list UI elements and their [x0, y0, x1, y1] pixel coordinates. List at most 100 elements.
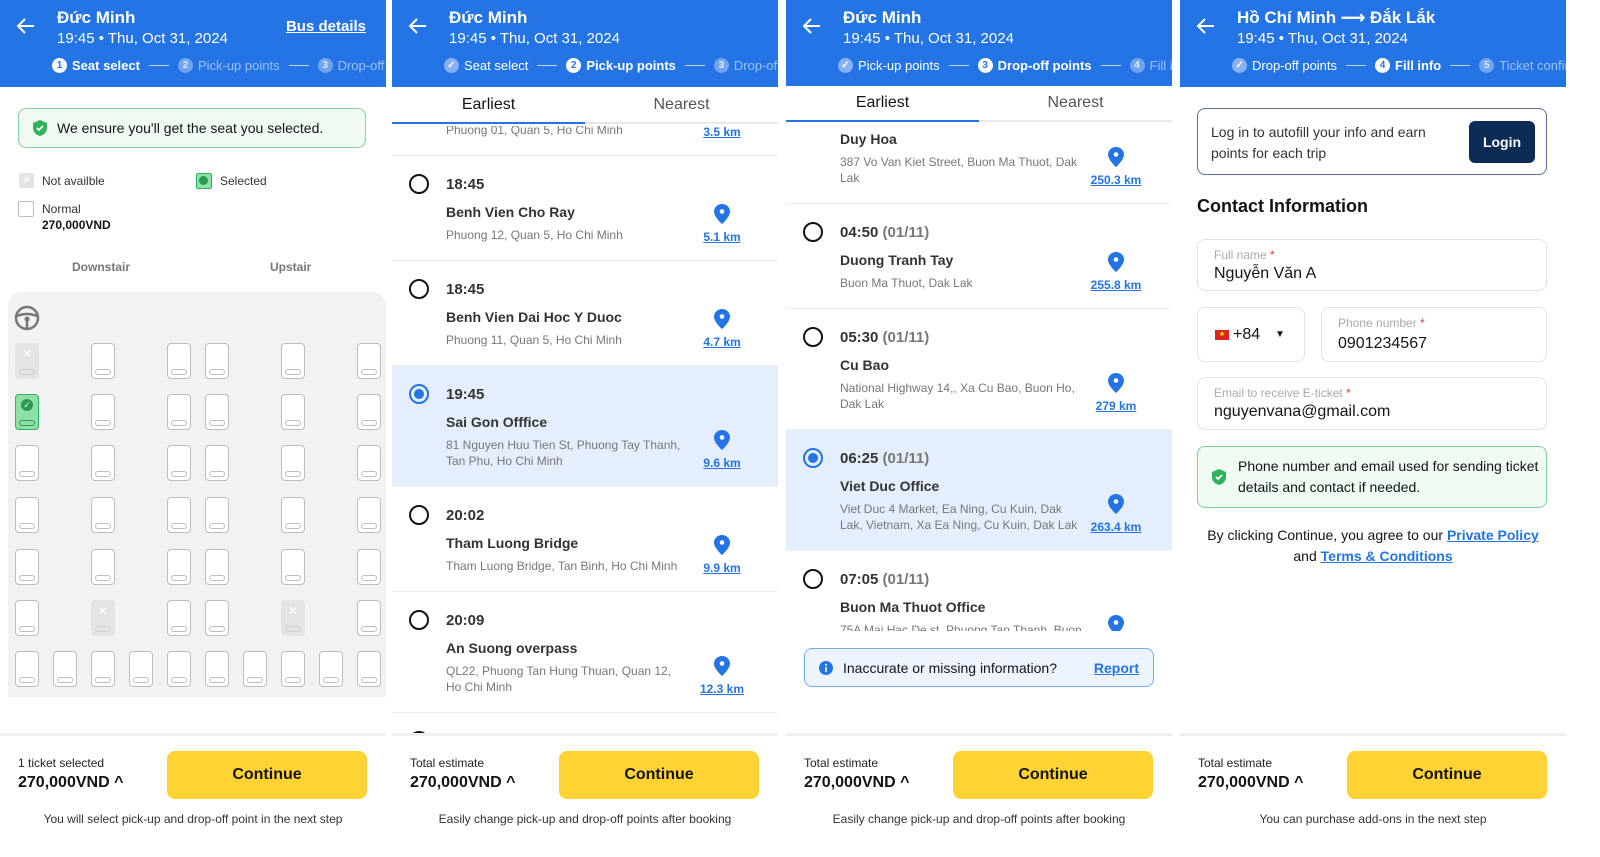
seat-normal[interactable] [357, 549, 381, 585]
seat-normal[interactable] [281, 343, 305, 379]
back-arrow-icon[interactable] [1196, 16, 1216, 36]
back-arrow-icon[interactable] [408, 16, 428, 36]
continue-button[interactable]: Continue [1347, 751, 1547, 799]
stop-item[interactable]: 07:05 (01/11) Buon Ma Thuot Office 75A Mai… [786, 551, 1172, 631]
tab-upstair[interactable]: Upstair [270, 260, 311, 274]
privacy-policy-link[interactable]: Private Policy [1447, 527, 1539, 543]
tab-downstair[interactable]: Downstair [72, 260, 130, 274]
distance-link[interactable]: 250.3 km [1091, 173, 1142, 187]
stop-item[interactable]: 06:25 (01/11) Viet Duc Office Viet Duc 4 M… [786, 430, 1172, 551]
distance[interactable]: 255.8 km [1086, 615, 1146, 631]
bus-details-link[interactable]: Bus details [286, 18, 366, 35]
total-price[interactable]: 270,000VND ^ [804, 774, 909, 792]
seat-normal[interactable] [205, 651, 229, 687]
seat-normal[interactable] [91, 445, 115, 481]
seat-normal[interactable] [167, 394, 191, 430]
seat-normal[interactable] [357, 497, 381, 533]
tab-earliest[interactable]: Earliest [786, 86, 979, 122]
continue-button[interactable]: Continue [167, 751, 367, 799]
seat-normal[interactable] [15, 651, 39, 687]
report-link[interactable]: Report [1094, 660, 1139, 676]
tab-nearest[interactable]: Nearest [979, 86, 1172, 120]
distance-link[interactable]: 279 km [1096, 399, 1137, 413]
phone-field[interactable]: Phone number * 0901234567 [1321, 307, 1547, 362]
full-name-field[interactable]: Full name * Nguyễn Văn A [1197, 239, 1547, 291]
seat-normal[interactable] [15, 549, 39, 585]
seat-normal[interactable] [167, 445, 191, 481]
country-code-select[interactable]: ★ +84 ▼ [1197, 307, 1305, 362]
distance[interactable]: 279 km [1086, 373, 1146, 415]
distance-link[interactable]: 3.5 km [703, 126, 740, 139]
seat-selected[interactable] [15, 394, 39, 430]
continue-button[interactable]: Continue [953, 751, 1153, 799]
distance[interactable]: 4.7 km [692, 309, 752, 351]
back-arrow-icon[interactable] [802, 16, 822, 36]
stop-item[interactable]: 18:45 Benh Vien Cho Ray Phuong 12, Quan 5,… [392, 156, 778, 261]
stop-item[interactable]: 19:45 Sai Gon Offfice 81 Nguyen Huu Tien S… [392, 366, 778, 487]
distance[interactable]: 250.3 km [1086, 147, 1146, 189]
distance[interactable]: 263.4 km [1086, 494, 1146, 536]
stop-item[interactable]: 20:15 [392, 713, 778, 733]
tab-nearest[interactable]: Nearest [585, 88, 778, 122]
seat-normal[interactable] [129, 651, 153, 687]
seat-normal[interactable] [357, 394, 381, 430]
seat-normal[interactable] [205, 343, 229, 379]
seat-normal[interactable] [357, 445, 381, 481]
email-field[interactable]: Email to receive E-ticket * nguyenvana@g… [1197, 377, 1547, 430]
seat-normal[interactable] [15, 497, 39, 533]
radio-button[interactable] [803, 448, 823, 468]
radio-button[interactable] [409, 279, 429, 299]
seat-normal[interactable] [205, 394, 229, 430]
seat-normal[interactable] [167, 343, 191, 379]
radio-button[interactable] [409, 505, 429, 525]
radio-button[interactable] [409, 610, 429, 630]
seat-normal[interactable] [167, 651, 191, 687]
total-price[interactable]: 270,000VND ^ [18, 774, 123, 792]
distance-link[interactable]: 263.4 km [1091, 520, 1142, 534]
seat-normal[interactable] [357, 600, 381, 636]
stop-item[interactable]: Duy Hoa 387 Vo Van Kiet Street, Buon Ma T… [786, 124, 1172, 204]
distance[interactable]: 255.8 km [1086, 252, 1146, 294]
stop-item[interactable]: 18:45 Benh Vien Dai Hoc Y Duoc Phuong 11, … [392, 261, 778, 366]
back-arrow-icon[interactable] [16, 16, 36, 36]
seat-normal[interactable] [167, 497, 191, 533]
seat-normal[interactable] [205, 445, 229, 481]
radio-button[interactable] [409, 384, 429, 404]
seat-normal[interactable] [15, 600, 39, 636]
seat-normal[interactable] [91, 549, 115, 585]
seat-normal[interactable] [357, 651, 381, 687]
seat-normal[interactable] [205, 549, 229, 585]
login-button[interactable]: Login [1469, 121, 1535, 163]
stop-item[interactable]: 20:02 Tham Luong Bridge Tham Luong Bridge,… [392, 487, 778, 592]
distance-link[interactable]: 9.6 km [703, 456, 740, 470]
distance[interactable]: 9.9 km [692, 535, 752, 577]
total-price[interactable]: 270,000VND ^ [1198, 774, 1303, 792]
seat-normal[interactable] [281, 651, 305, 687]
seat-normal[interactable] [243, 651, 267, 687]
distance-link[interactable]: 5.1 km [703, 230, 740, 244]
seat-normal[interactable] [281, 394, 305, 430]
distance-link[interactable]: 4.7 km [703, 335, 740, 349]
seat-normal[interactable] [319, 651, 343, 687]
distance[interactable]: 5.1 km [692, 204, 752, 246]
radio-button[interactable] [803, 222, 823, 242]
seat-normal[interactable] [281, 445, 305, 481]
stop-item[interactable]: 05:30 (01/11) Cu Bao National Highway 14,,… [786, 309, 1172, 430]
seat-normal[interactable] [281, 549, 305, 585]
seat-normal[interactable] [91, 497, 115, 533]
seat-normal[interactable] [205, 600, 229, 636]
stop-item[interactable]: 04:50 (01/11) Duong Tranh Tay Buon Ma Thuo… [786, 204, 1172, 309]
distance-link[interactable]: 9.9 km [703, 561, 740, 575]
seat-normal[interactable] [357, 343, 381, 379]
stop-item[interactable]: Benh Vien Nhiet DoiPhuong 01, Quan 5, Ho… [392, 126, 778, 156]
seat-normal[interactable] [53, 651, 77, 687]
distance[interactable]: 3.5 km [692, 126, 752, 141]
distance-link[interactable]: 12.3 km [700, 682, 744, 696]
seat-normal[interactable] [281, 497, 305, 533]
distance[interactable]: 12.3 km [692, 656, 752, 698]
seat-normal[interactable] [91, 651, 115, 687]
seat-normal[interactable] [167, 600, 191, 636]
distance[interactable]: 9.6 km [692, 430, 752, 472]
tab-earliest[interactable]: Earliest [392, 88, 585, 124]
seat-normal[interactable] [15, 445, 39, 481]
